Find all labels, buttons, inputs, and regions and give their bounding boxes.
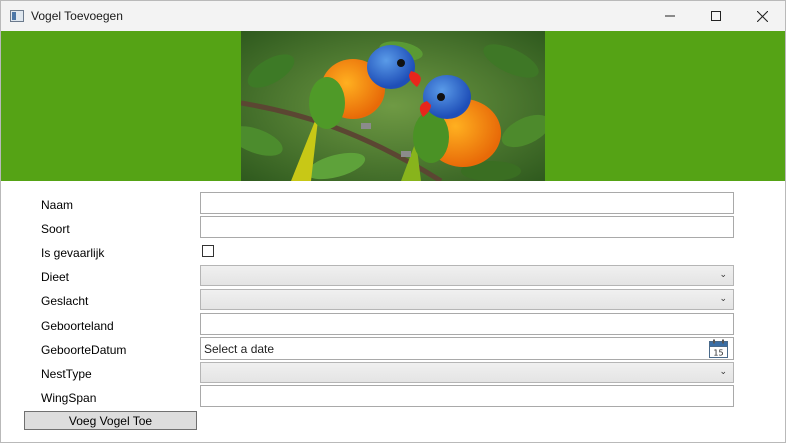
app-window: Vogel Toevoegen Naam Soort Is gevaarlijk… <box>0 0 786 443</box>
soort-input[interactable] <box>200 216 734 238</box>
date-placeholder: Select a date <box>204 342 275 356</box>
calendar-icon: 15 <box>709 339 728 358</box>
maximize-button[interactable] <box>693 1 739 31</box>
nesttype-label: NestType <box>41 367 92 381</box>
minimize-button[interactable] <box>647 1 693 31</box>
title-bar: Vogel Toevoegen <box>1 1 785 31</box>
add-bird-form: Naam Soort Is gevaarlijk Dieet ⌄ Geslach… <box>1 181 785 442</box>
naam-label: Naam <box>41 198 74 212</box>
calendar-button[interactable]: 15 <box>709 339 728 358</box>
geboortedatum-picker[interactable]: Select a date 15 <box>200 337 734 360</box>
app-window-icon <box>10 10 24 22</box>
minimize-icon <box>665 15 675 17</box>
geboorteland-label: Geboorteland <box>41 319 114 333</box>
svg-text:15: 15 <box>713 349 723 358</box>
geslacht-label: Geslacht <box>41 294 89 308</box>
gevaarlijk-label: Is gevaarlijk <box>41 246 105 260</box>
geboorteland-input[interactable] <box>200 313 734 335</box>
geboortedatum-label: GeboorteDatum <box>41 343 127 357</box>
maximize-icon <box>711 11 721 21</box>
soort-label: Soort <box>41 222 70 236</box>
close-button[interactable] <box>739 1 785 31</box>
parrots-photo <box>241 31 545 181</box>
dieet-label: Dieet <box>41 270 70 284</box>
gevaarlijk-checkbox[interactable] <box>202 245 214 257</box>
chevron-down-icon: ⌄ <box>719 270 727 280</box>
window-controls <box>647 1 785 31</box>
close-icon <box>756 10 768 22</box>
wingspan-input[interactable] <box>200 385 734 407</box>
window-title: Vogel Toevoegen <box>31 9 123 23</box>
chevron-down-icon: ⌄ <box>719 367 727 377</box>
add-bird-button[interactable]: Voeg Vogel Toe <box>24 411 197 430</box>
wingspan-label: WingSpan <box>41 391 97 405</box>
nesttype-select[interactable]: ⌄ <box>200 362 734 383</box>
naam-input[interactable] <box>200 192 734 214</box>
header-banner <box>1 31 785 181</box>
dieet-select[interactable]: ⌄ <box>200 265 734 286</box>
geslacht-select[interactable]: ⌄ <box>200 289 734 310</box>
chevron-down-icon: ⌄ <box>719 294 727 304</box>
